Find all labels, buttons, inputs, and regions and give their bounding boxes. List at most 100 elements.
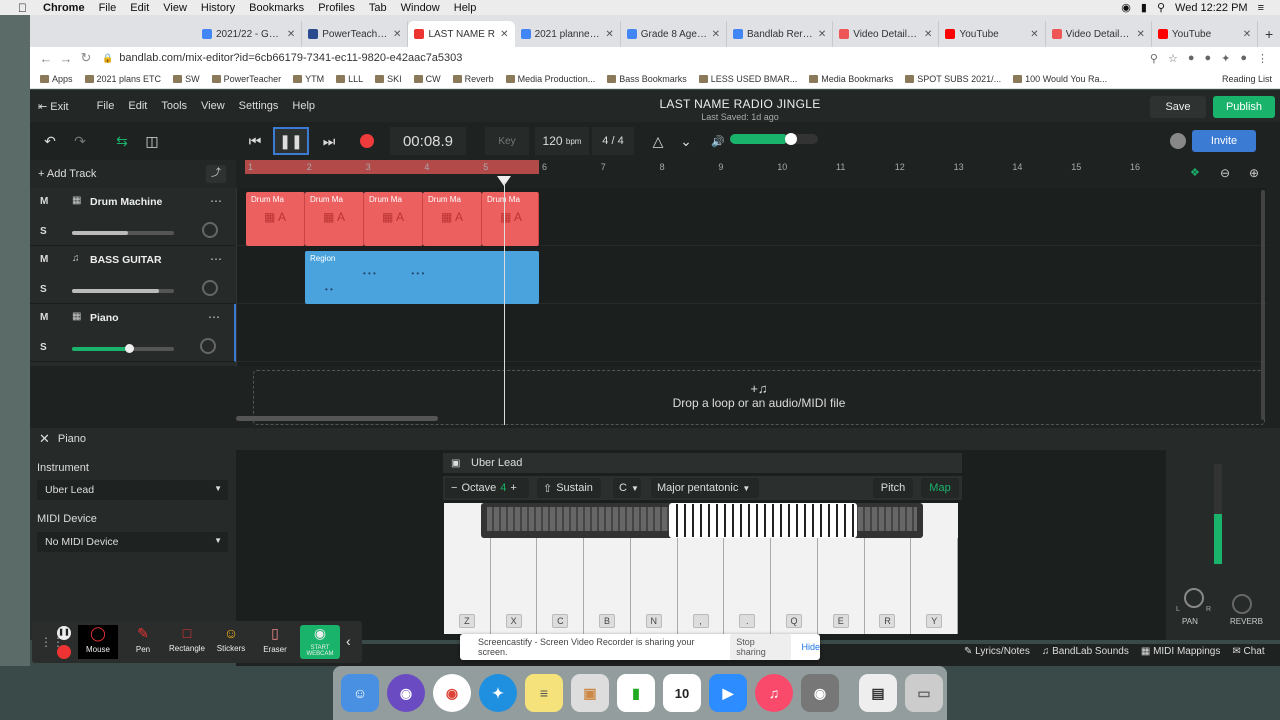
key-select[interactable]: C ▼: [613, 478, 641, 498]
metronome-icon[interactable]: △: [646, 127, 670, 155]
menu-help[interactable]: Help: [454, 2, 477, 14]
bookmark-item[interactable]: SPOT SUBS 2021/...: [905, 74, 1001, 84]
octave-up-button[interactable]: +: [510, 482, 516, 494]
profile-avatar[interactable]: ●: [1240, 52, 1247, 65]
tab-6[interactable]: Video Details - Sc ✕: [833, 21, 940, 47]
bookmark-item[interactable]: CW: [413, 74, 441, 84]
track-name[interactable]: Piano: [90, 312, 119, 324]
piano-key[interactable]: X: [490, 538, 538, 634]
app-menu-file[interactable]: File: [97, 100, 115, 112]
reverb-knob[interactable]: [1232, 594, 1252, 614]
track-volume-slider[interactable]: [72, 289, 174, 293]
track-volume-thumb[interactable]: [125, 344, 134, 353]
project-title[interactable]: LAST NAME RADIO JINGLE: [590, 97, 890, 111]
calendar-icon[interactable]: 10: [663, 674, 701, 712]
reload-icon[interactable]: ↻: [76, 50, 96, 66]
close-tab-icon[interactable]: ✕: [605, 29, 613, 40]
screenshot-icon[interactable]: ◉: [801, 674, 839, 712]
drum-region[interactable]: Drum Ma ▦ A: [364, 192, 423, 246]
horizontal-scrollbar[interactable]: [236, 416, 438, 421]
sustain-toggle[interactable]: ⇧ Sustain: [537, 478, 601, 498]
record-button[interactable]: [350, 127, 384, 155]
tab-7[interactable]: YouTube ✕: [939, 21, 1046, 47]
trash-icon[interactable]: ▭: [905, 674, 943, 712]
bookmark-item[interactable]: LESS USED BMAR...: [698, 74, 797, 84]
bookmark-item[interactable]: Reverb: [452, 74, 494, 84]
redo-icon[interactable]: ↷: [68, 127, 92, 155]
close-tab-icon[interactable]: ✕: [500, 29, 508, 40]
piano-key[interactable]: R: [864, 538, 912, 634]
bpm-field[interactable]: 120 bpm: [535, 127, 589, 155]
bookmark-item[interactable]: YTM: [293, 74, 324, 84]
finder-icon[interactable]: ☺: [341, 674, 379, 712]
zoom-out-icon[interactable]: ⊖: [1220, 166, 1230, 180]
siri-icon[interactable]: ◉: [387, 674, 425, 712]
track-volume-slider[interactable]: [72, 231, 174, 235]
bookmark-item[interactable]: 2021 plans ETC: [84, 74, 161, 84]
app-menu-settings[interactable]: Settings: [239, 100, 279, 112]
menu-history[interactable]: History: [201, 2, 235, 14]
numbers-icon[interactable]: ▮: [617, 674, 655, 712]
extension-icon[interactable]: ●: [1188, 52, 1195, 65]
drum-region[interactable]: Drum Ma ▦ A: [482, 192, 539, 246]
pan-knob[interactable]: [202, 280, 218, 296]
piano-key[interactable]: E: [817, 538, 865, 634]
zoom-in-icon[interactable]: ⊕: [1249, 166, 1259, 180]
lane-bass-guitar[interactable]: Region • • • • • • • •: [237, 246, 1267, 304]
bookmark-item[interactable]: Bass Bookmarks: [607, 74, 687, 84]
rectangle-tool[interactable]: □ Rectangle: [167, 625, 207, 659]
stop-sharing-button[interactable]: Stop sharing: [730, 634, 792, 660]
undo-icon[interactable]: ↶: [38, 127, 62, 155]
solo-button[interactable]: S: [40, 284, 47, 295]
close-tab-icon[interactable]: ✕: [1030, 29, 1038, 40]
close-tab-icon[interactable]: ✕: [287, 29, 295, 40]
app-menu-help[interactable]: Help: [292, 100, 315, 112]
arrangement-lanes[interactable]: Drum Ma ▦ A Drum Ma ▦ A Drum Ma ▦ A Drum Ma…: [236, 188, 1267, 366]
drum-region[interactable]: Drum Ma ▦ A: [423, 192, 482, 246]
puzzle-icon[interactable]: ✦: [1221, 52, 1230, 65]
eraser-tool[interactable]: ▯ Eraser: [255, 625, 295, 659]
zoom-icon[interactable]: ▶: [709, 674, 747, 712]
pitch-button[interactable]: Pitch: [873, 478, 913, 498]
timeline-ruler[interactable]: 1 2 3 4 5 6 7 8 9 10 11 12 13 14 15 16: [245, 160, 1265, 174]
octave-down-button[interactable]: −: [451, 482, 457, 494]
drum-region[interactable]: Drum Ma ▦ A: [246, 192, 305, 246]
midi-device-select[interactable]: No MIDI Device ▼: [37, 532, 228, 552]
loop-region[interactable]: [245, 160, 539, 174]
piano-key[interactable]: .: [724, 538, 772, 634]
track-options-icon[interactable]: ⋯: [210, 194, 222, 208]
bookmark-item[interactable]: Apps: [40, 74, 73, 84]
piano-key[interactable]: B: [584, 538, 631, 634]
app-menu-edit[interactable]: Edit: [128, 100, 147, 112]
bookmark-item[interactable]: LLL: [336, 74, 363, 84]
track-options-icon[interactable]: ⋯: [208, 310, 220, 324]
lane-piano[interactable]: [237, 304, 1267, 362]
apple-icon[interactable]: : [18, 1, 27, 15]
stop-recording-icon[interactable]: [57, 645, 71, 659]
track-name[interactable]: Drum Machine: [90, 196, 162, 208]
keyboard-range-selector[interactable]: [481, 503, 923, 538]
bandlab-sounds-button[interactable]: ♫ BandLab Sounds: [1042, 646, 1129, 657]
piano-key[interactable]: Y: [911, 538, 959, 634]
menu-profiles[interactable]: Profiles: [318, 2, 355, 14]
stickers-tool[interactable]: ☺ Stickers: [211, 625, 251, 659]
piano-key[interactable]: ,: [677, 538, 725, 634]
octave-control[interactable]: − Octave 4 +: [445, 478, 529, 498]
mute-button[interactable]: M: [40, 312, 48, 323]
close-tab-icon[interactable]: ✕: [1243, 29, 1251, 40]
menu-window[interactable]: Window: [401, 2, 440, 14]
time-signature[interactable]: 4 / 4: [592, 127, 634, 155]
chevron-down-icon[interactable]: ⌄: [674, 127, 698, 155]
close-tab-icon[interactable]: ✕: [393, 29, 401, 40]
save-button[interactable]: Save: [1150, 96, 1206, 118]
music-icon[interactable]: ♫: [755, 674, 793, 712]
key-selector[interactable]: Key: [485, 127, 529, 155]
battery-icon[interactable]: ▮: [1141, 1, 1147, 14]
instrument-select[interactable]: Uber Lead ▼: [37, 480, 228, 500]
app-window-icon[interactable]: ▤: [859, 674, 897, 712]
bookmark-item[interactable]: 100 Would You Ra...: [1013, 74, 1107, 84]
solo-button[interactable]: S: [40, 342, 47, 353]
split-icon[interactable]: ◫: [140, 127, 164, 155]
hide-button[interactable]: Hide: [801, 642, 820, 652]
back-icon[interactable]: ←: [36, 51, 56, 66]
